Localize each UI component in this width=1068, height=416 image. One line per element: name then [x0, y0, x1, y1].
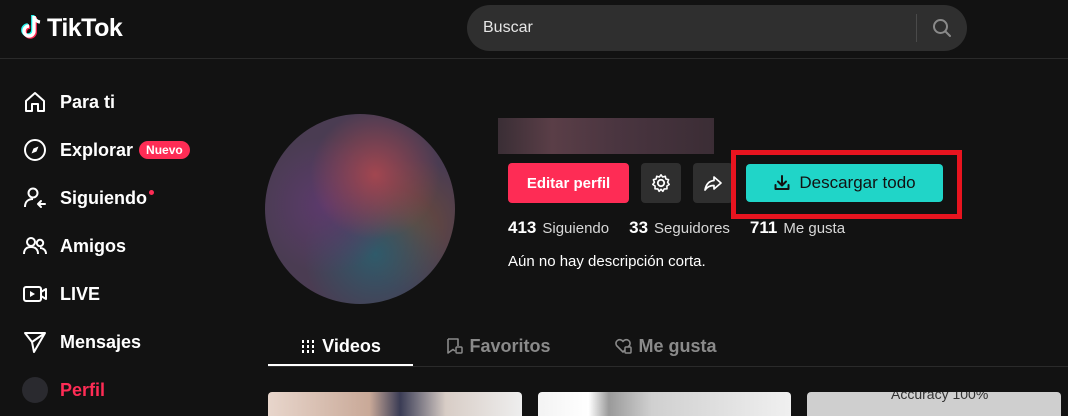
send-icon — [22, 329, 48, 355]
stat-followers[interactable]: 33 Seguidores — [629, 218, 730, 238]
share-icon — [704, 176, 722, 191]
sidebar-item-label: Explorar — [60, 139, 134, 160]
sidebar-item-amigos[interactable]: Amigos — [22, 226, 126, 266]
following-icon — [22, 185, 48, 211]
friends-icon — [22, 233, 48, 259]
thumbnail-caption: Accuracy 100% — [891, 392, 989, 402]
download-label: Descargar todo — [799, 173, 916, 192]
profile-tabs: Videos Favoritos Me gusta — [268, 326, 1068, 367]
stat-value: 33 — [629, 218, 649, 237]
download-icon — [774, 175, 790, 190]
grid-icon — [300, 338, 316, 354]
tiktok-note-icon — [21, 15, 41, 39]
profile-bio: Aún no hay descripción corta. — [508, 253, 706, 270]
active-tab-indicator — [268, 364, 413, 366]
tab-label: Me gusta — [638, 335, 717, 356]
sidebar-item-label: Mensajes — [60, 331, 142, 352]
sidebar-item-mensajes[interactable]: Mensajes — [22, 322, 141, 362]
top-header: TikTok — [0, 0, 1068, 59]
stat-following[interactable]: 413 Siguiendo — [508, 218, 609, 238]
download-all-button[interactable]: Descargar todo — [746, 164, 943, 202]
tab-label: Videos — [322, 335, 381, 356]
stat-value: 413 — [508, 218, 537, 237]
sidebar-item-live[interactable]: LIVE — [22, 274, 100, 314]
share-button[interactable] — [693, 163, 733, 203]
stat-label: Siguiendo — [542, 220, 610, 237]
sidebar-item-label: Siguiendo — [60, 187, 147, 208]
sidebar-item-siguiendo[interactable]: Siguiendo — [22, 178, 154, 218]
username-blurred — [498, 118, 714, 154]
search-bar — [467, 5, 967, 51]
video-thumbnail[interactable] — [268, 392, 522, 416]
tab-me-gusta[interactable]: Me gusta — [598, 326, 733, 366]
sidebar-item-para-ti[interactable]: Para ti — [22, 82, 115, 122]
profile-stats: 413 Siguiendo 33 Seguidores 711 Me gusta — [508, 218, 865, 238]
sidebar-item-label: Amigos — [60, 235, 127, 256]
stat-value: 711 — [749, 218, 778, 237]
live-icon — [22, 281, 48, 307]
search-input[interactable] — [467, 5, 916, 51]
video-thumbnail[interactable] — [538, 392, 791, 416]
tab-favoritos[interactable]: Favoritos — [433, 326, 563, 366]
gear-icon — [652, 174, 670, 193]
search-icon — [933, 19, 951, 37]
home-icon — [22, 89, 48, 115]
settings-button[interactable] — [641, 163, 681, 203]
compass-icon — [22, 137, 48, 163]
profile-avatar — [265, 114, 455, 304]
app-root: TikTok Para ti Explorar Nu — [0, 0, 1068, 416]
sidebar-item-label: Perfil — [60, 379, 106, 400]
stat-label: Me gusta — [783, 220, 846, 237]
sidebar-item-label: Para ti — [60, 91, 116, 112]
sidebar-item-perfil[interactable]: Perfil — [22, 370, 105, 410]
avatar — [22, 377, 48, 403]
new-badge: Nuevo — [139, 141, 190, 159]
stat-label: Seguidores — [654, 220, 730, 237]
sidebar: Para ti Explorar Nuevo Siguiendo Amigos — [0, 60, 245, 416]
tab-videos[interactable]: Videos — [268, 326, 413, 366]
edit-profile-button[interactable]: Editar perfil — [508, 163, 629, 203]
sidebar-item-label: LIVE — [60, 283, 101, 304]
tab-label: Favoritos — [469, 335, 551, 356]
tiktok-logo[interactable]: TikTok — [18, 13, 123, 43]
logo-text: TikTok — [47, 13, 123, 42]
stat-likes: 711 Me gusta — [750, 218, 845, 238]
notification-dot — [149, 189, 154, 195]
search-button[interactable] — [917, 5, 967, 51]
video-thumbnail[interactable]: Accuracy 100% — [807, 392, 1061, 416]
sidebar-item-explorar[interactable]: Explorar Nuevo — [22, 130, 190, 170]
bookmark-icon — [445, 337, 464, 355]
heart-icon — [614, 337, 633, 355]
